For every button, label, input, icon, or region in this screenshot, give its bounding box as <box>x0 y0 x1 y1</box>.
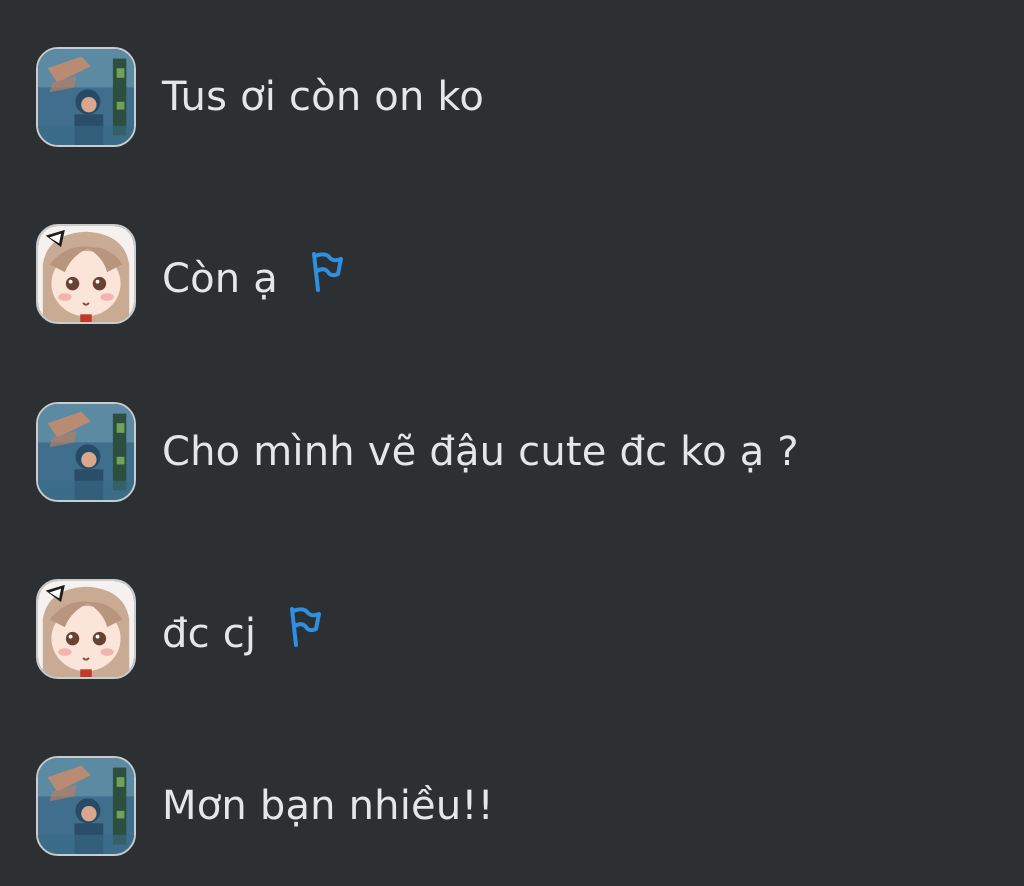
chat-message: Mơn bạn nhiều!! <box>36 754 494 858</box>
avatar-anime-image <box>38 226 134 322</box>
chat-message: Tus ơi còn on ko <box>36 45 484 149</box>
avatar-anime-image <box>38 581 134 677</box>
message-text: Tus ơi còn on ko <box>162 74 485 120</box>
user-avatar[interactable] <box>36 579 136 679</box>
flag-icon[interactable] <box>308 250 344 292</box>
user-avatar[interactable] <box>36 756 136 856</box>
message-text-content: đc cj <box>162 610 257 657</box>
user-avatar[interactable] <box>36 224 136 324</box>
avatar-blue-image <box>38 49 134 145</box>
chat-message: Còn ạ <box>36 222 344 326</box>
chat-message: Cho mình vẽ đậu cute đc ko ạ ? <box>36 400 799 504</box>
message-text-content: Còn ạ <box>162 255 278 302</box>
user-avatar[interactable] <box>36 47 136 147</box>
chat-message-list: Tus ơi còn on ko Còn ạ Cho mình vẽ đậu c… <box>0 0 1024 886</box>
user-avatar[interactable] <box>36 402 136 502</box>
avatar-blue-image <box>38 758 134 854</box>
message-text: Còn ạ <box>162 250 344 299</box>
avatar-blue-image <box>38 404 134 500</box>
message-text: đc cj <box>162 605 322 654</box>
chat-message: đc cj <box>36 577 322 681</box>
message-text: Mơn bạn nhiều!! <box>162 783 494 829</box>
flag-icon[interactable] <box>286 605 322 647</box>
message-text: Cho mình vẽ đậu cute đc ko ạ ? <box>162 429 799 475</box>
